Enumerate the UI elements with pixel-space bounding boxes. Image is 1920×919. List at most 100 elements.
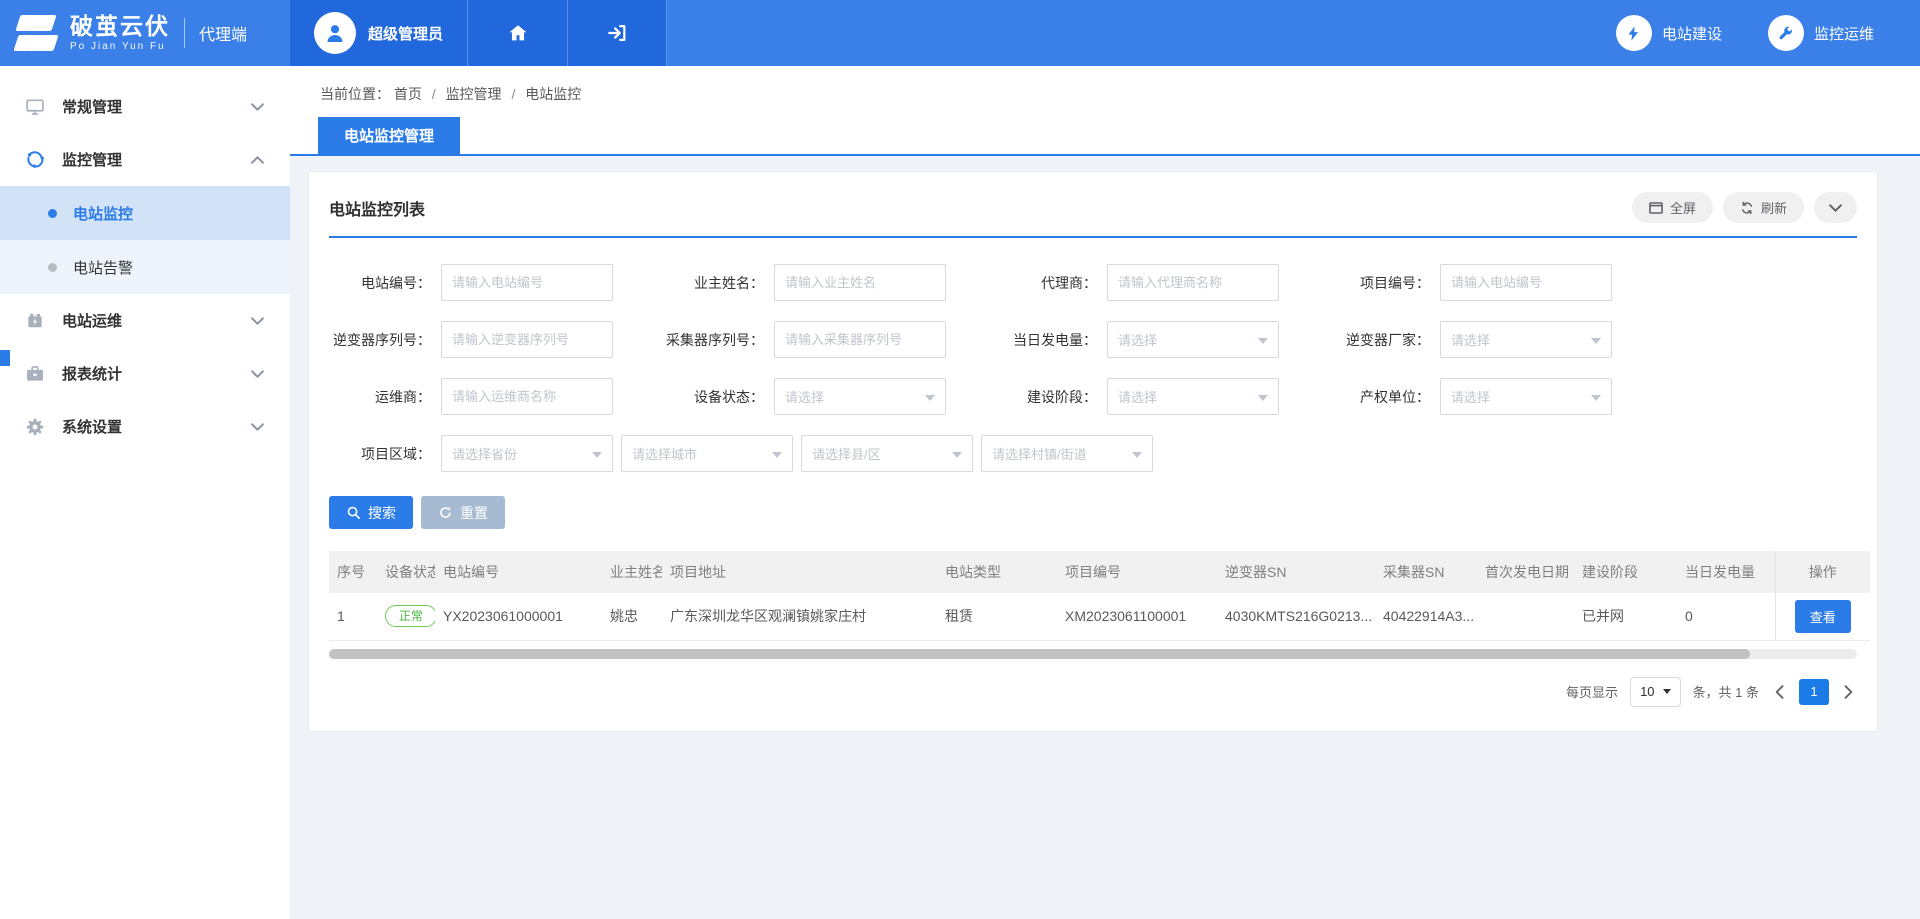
sidebar-item-station-ops[interactable]: 电站运维 (0, 294, 290, 347)
collector-sn-input[interactable] (774, 321, 946, 358)
fullscreen-button[interactable]: 全屏 (1632, 192, 1713, 223)
col-header-inverter-sn: 逆变器SN (1217, 551, 1375, 593)
col-header-collector-sn: 采集器SN (1375, 551, 1477, 593)
horizontal-scrollbar[interactable] (329, 649, 1857, 659)
cell-first-power-date (1477, 593, 1574, 640)
user-section: 超级管理员 (290, 0, 667, 66)
header-nav: 电站建设 监控运维 (1616, 0, 1920, 66)
user-name: 超级管理员 (368, 23, 443, 44)
project-no-label: 项目编号： (1328, 273, 1440, 293)
sidebar: 常规管理 监控管理 电站监控 电站告警 (0, 66, 290, 919)
caret-down-icon (772, 452, 782, 458)
sidebar-subitem-label: 电站监控 (73, 203, 133, 224)
cell-address: 广东深圳龙华区观澜镇姚家庄村 (662, 593, 937, 640)
sidebar-submenu: 电站监控 电站告警 (0, 186, 290, 294)
reset-icon (438, 505, 453, 520)
logout-button[interactable] (567, 0, 667, 66)
col-header-index: 序号 (329, 551, 377, 593)
table-row: 1 正常 YX2023061000001 姚忠 广东深圳龙华区观澜镇姚家庄村 租… (329, 593, 1870, 640)
breadcrumb-item-monitor-mgmt[interactable]: 监控管理 (446, 86, 502, 102)
inverter-vendor-select[interactable]: 请选择 (1440, 321, 1612, 358)
county-select[interactable]: 请选择县/区 (801, 435, 973, 472)
search-icon (346, 505, 361, 520)
gear-icon (24, 416, 46, 438)
chevron-down-icon (251, 370, 264, 378)
collapse-panel-button[interactable] (1814, 192, 1857, 223)
agent-input[interactable] (1107, 264, 1279, 301)
owner-name-label: 业主姓名： (662, 273, 774, 293)
status-badge: 正常 (385, 605, 435, 627)
per-page-label: 每页显示 (1566, 682, 1618, 701)
home-button[interactable] (467, 0, 567, 66)
chevron-down-icon (251, 423, 264, 431)
lightning-icon (1616, 15, 1652, 51)
town-select[interactable]: 请选择村镇/街道 (981, 435, 1153, 472)
total-count-label: 条，共 1 条 (1693, 682, 1759, 701)
page-number-current[interactable]: 1 (1799, 679, 1829, 705)
sidebar-item-station-alarm[interactable]: 电站告警 (0, 240, 290, 294)
caret-down-icon (1591, 395, 1601, 401)
col-header-action: 操作 (1775, 551, 1870, 593)
caret-down-icon (1591, 338, 1601, 344)
next-page-button[interactable] (1841, 685, 1857, 699)
col-header-owner: 业主姓名 (602, 551, 662, 593)
breadcrumb-item-station-monitor[interactable]: 电站监控 (525, 86, 581, 102)
sidebar-item-general-mgmt[interactable]: 常规管理 (0, 80, 290, 133)
sidebar-item-station-monitor[interactable]: 电站监控 (0, 186, 290, 240)
tab-station-monitor-mgmt[interactable]: 电站监控管理 (318, 117, 460, 154)
panel-title-underline (329, 236, 1857, 238)
cell-type: 租赁 (937, 593, 1057, 640)
breadcrumb-prefix: 当前位置： (320, 86, 390, 102)
brand-title: 破茧云伏 (70, 15, 170, 38)
brand-portal-label: 代理端 (184, 18, 247, 48)
cell-collector-sn: 40422914A3... (1375, 593, 1477, 640)
device-status-select[interactable]: 请选择 (774, 378, 946, 415)
ops-vendor-input[interactable] (441, 378, 613, 415)
station-no-input[interactable] (441, 264, 613, 301)
breadcrumb-separator: / (511, 86, 515, 102)
view-button[interactable]: 查看 (1795, 600, 1851, 633)
nav-monitoring-ops[interactable]: 监控运维 (1768, 15, 1874, 51)
sidebar-item-label: 监控管理 (62, 149, 251, 170)
build-stage-select[interactable]: 请选择 (1107, 378, 1279, 415)
inverter-sn-input[interactable] (441, 321, 613, 358)
scrollbar-thumb[interactable] (329, 649, 1750, 659)
project-region-label: 项目区域： (329, 444, 441, 464)
panel-toolbar: 全屏 刷新 (1632, 192, 1857, 223)
sidebar-item-monitor-mgmt[interactable]: 监控管理 (0, 133, 290, 186)
build-stage-label: 建设阶段： (995, 387, 1107, 407)
refresh-icon (1740, 201, 1754, 215)
project-region-group: 请选择省份 请选择城市 请选择县/区 请选择村镇/街道 (441, 435, 1153, 472)
nav-station-construction[interactable]: 电站建设 (1616, 15, 1722, 51)
col-header-first-power-date: 首次发电日期 (1477, 551, 1574, 593)
brand-logo-icon (16, 13, 60, 53)
brand: 破茧云伏 Po Jian Yun Fu 代理端 (0, 0, 290, 66)
daily-power-label: 当日发电量： (995, 330, 1107, 350)
prev-page-button[interactable] (1771, 685, 1787, 699)
city-select[interactable]: 请选择城市 (621, 435, 793, 472)
breadcrumb-item-home[interactable]: 首页 (394, 86, 422, 102)
sidebar-item-report-stats[interactable]: 报表统计 (0, 347, 290, 400)
reset-button[interactable]: 重置 (421, 496, 505, 529)
breadcrumb: 当前位置： 首页 / 监控管理 / 电站监控 (290, 66, 1920, 104)
nav-item-label: 监控运维 (1814, 23, 1874, 44)
caret-down-icon (1258, 338, 1268, 344)
project-no-input[interactable] (1440, 264, 1612, 301)
refresh-button[interactable]: 刷新 (1723, 192, 1804, 223)
network-icon (24, 149, 46, 171)
user-menu[interactable]: 超级管理员 (290, 0, 467, 66)
search-button[interactable]: 搜索 (329, 496, 413, 529)
fullscreen-icon (1649, 202, 1663, 214)
sidebar-item-system-settings[interactable]: 系统设置 (0, 400, 290, 453)
caret-down-icon (952, 452, 962, 458)
station-no-label: 电站编号： (329, 273, 441, 293)
logout-icon (606, 22, 628, 44)
page-size-select[interactable]: 10 (1630, 677, 1680, 707)
province-select[interactable]: 请选择省份 (441, 435, 613, 472)
station-monitor-panel: 电站监控列表 全屏 刷新 (308, 171, 1878, 732)
bullet-dot-icon (48, 209, 57, 218)
owner-name-input[interactable] (774, 264, 946, 301)
property-owner-select[interactable]: 请选择 (1440, 378, 1612, 415)
table-header-row: 序号 设备状态 电站编号 业主姓名 项目地址 电站类型 项目编号 逆变器SN 采… (329, 551, 1870, 593)
daily-power-select[interactable]: 请选择 (1107, 321, 1279, 358)
